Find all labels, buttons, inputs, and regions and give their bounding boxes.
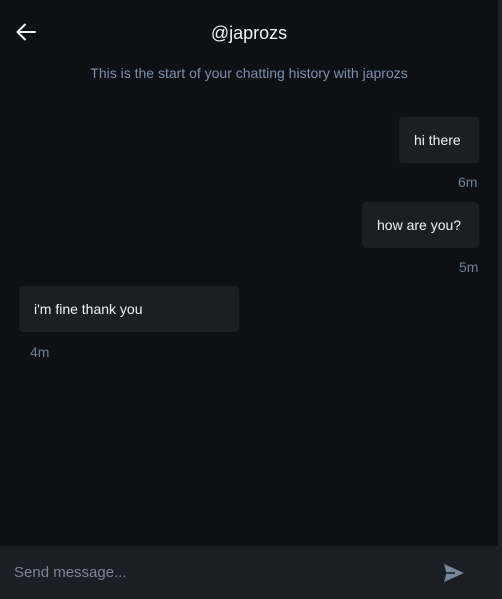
message-composer (0, 546, 498, 599)
chat-history-start-note: This is the start of your chatting histo… (90, 65, 408, 81)
message-timestamp: 4m (30, 344, 50, 360)
send-button[interactable] (440, 561, 468, 585)
chat-header: @japrozs (0, 0, 498, 64)
message-bubble-received: i'm fine thank you (19, 286, 239, 332)
window-edge (498, 0, 502, 599)
send-icon (444, 564, 464, 582)
message-timestamp: 6m (458, 174, 478, 190)
message-bubble-sent: hi there (399, 117, 479, 163)
message-input[interactable] (0, 546, 420, 599)
message-timestamp: 5m (459, 259, 479, 275)
message-bubble-sent: how are you? (362, 202, 479, 248)
chat-title: @japrozs (210, 23, 288, 43)
chat-window: @japrozs This is the start of your chatt… (0, 0, 502, 599)
